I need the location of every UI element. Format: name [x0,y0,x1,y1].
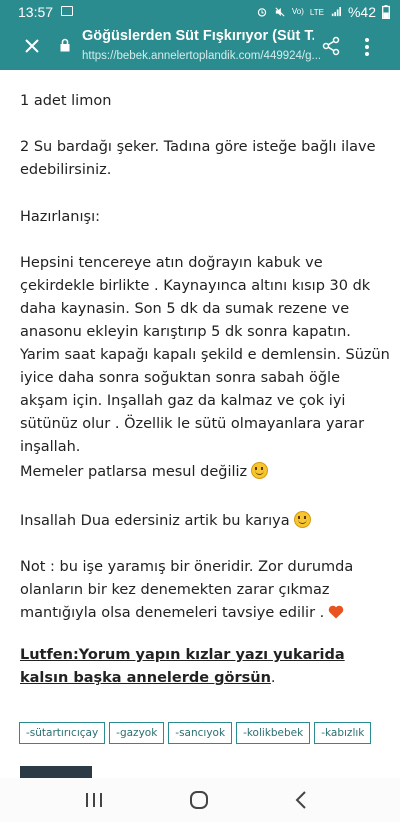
signal-icon [331,7,341,17]
note-text: Not : bu işe yaramış bir öneridir. Zor d… [20,559,354,621]
lte-label: LTE [309,7,324,17]
instructions-paragraph: Hepsini tencereye atın doğrayın kabuk ve… [20,255,390,455]
note-paragraph: Not : bu işe yaramış bir öneridir. Zor d… [20,556,390,625]
status-bar: 13:57 Vo) LTE %42 [0,0,400,24]
battery-icon [382,5,390,19]
request-link[interactable]: Lutfen:Yorum yapın kızlar yazı yukarida … [20,647,345,686]
smiley-emoji-icon [293,511,311,528]
page-title: Göğüslerden Süt Fışkırıyor (Süt T... [82,28,314,44]
mute-icon [275,7,285,17]
ingredient-line: 2 Su bardağı şeker. Tadına göre isteğe b… [20,139,376,178]
share-icon[interactable] [321,36,341,56]
recent-apps-icon[interactable] [82,788,106,812]
tag[interactable]: -sancıyok [168,722,233,744]
browser-toolbar: Göğüslerden Süt Fışkırıyor (Süt T... htt… [0,24,400,70]
alarm-icon [257,8,267,17]
ingredient-line: 1 adet limon [20,93,112,109]
lock-icon [60,38,70,52]
request-end: . [270,670,276,686]
tag[interactable]: -sütartırıcıçay [19,722,106,744]
heart-emoji-icon [329,605,344,619]
battery-percent: %42 [347,4,376,20]
post-paragraph: Memeler patlarsa mesul değiliz [20,461,390,484]
status-time: 13:57 [18,4,54,20]
close-icon[interactable] [20,34,44,58]
system-navigation-bar [0,778,400,822]
section-heading: Hazırlanışı: [20,209,100,225]
back-icon[interactable] [290,788,314,812]
tag[interactable]: -kolikbebek [236,722,311,744]
gallery-notification-icon [61,6,73,16]
tag[interactable]: -kabızlık [314,722,372,744]
tag-list: -sütartırıcıçay -gazyok -sancıyok -kolik… [19,722,372,744]
request-paragraph: Lutfen:Yorum yapın kızlar yazı yukarida … [20,644,390,690]
post-content: 1 adet limon 2 Su bardağı şeker. Tadına … [0,70,400,778]
post-text: Memeler patlarsa mesul değiliz [20,464,248,480]
volte-label: Vo) [291,7,304,16]
more-vertical-icon[interactable] [362,36,372,58]
author-bar [20,766,92,778]
status-icons: Vo) LTE %42 [256,4,390,20]
tag[interactable]: -gazyok [109,722,165,744]
page-url[interactable]: https://bebek.annelertoplandik.com/44992… [82,50,322,62]
home-icon[interactable] [187,788,211,812]
post-paragraph: Insallah Dua edersiniz artik bu karıya [20,510,390,533]
smiley-emoji-icon [251,462,269,479]
post-text: Insallah Dua edersiniz artik bu karıya [20,513,290,529]
